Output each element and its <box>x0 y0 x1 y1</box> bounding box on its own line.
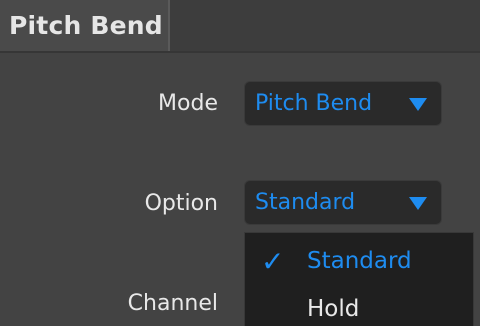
menu-item-label: Hold <box>307 296 360 322</box>
dropdown-arrow-icon <box>409 197 427 210</box>
tab-strip <box>170 0 480 51</box>
panel-divider <box>0 51 480 53</box>
tab-title: Pitch Bend <box>9 11 163 40</box>
menu-item-label: Standard <box>307 248 412 274</box>
option-label: Option <box>144 191 218 216</box>
tab-pitch-bend[interactable]: Pitch Bend <box>0 0 170 53</box>
menu-item-standard[interactable]: ✓ Standard <box>245 237 473 283</box>
mode-label: Mode <box>158 91 218 116</box>
channel-label: Channel <box>127 291 218 316</box>
mode-value: Pitch Bend <box>255 91 373 116</box>
dropdown-arrow-icon <box>409 98 427 111</box>
checkmark-icon: ✓ <box>261 245 285 278</box>
mode-dropdown[interactable]: Pitch Bend <box>244 81 442 126</box>
pitch-bend-panel: Pitch Bend Mode Pitch Bend Option Standa… <box>0 0 480 326</box>
menu-item-hold[interactable]: Hold <box>245 285 473 326</box>
option-value: Standard <box>255 190 356 215</box>
option-dropdown-menu: ✓ Standard Hold <box>244 232 474 326</box>
option-dropdown[interactable]: Standard <box>244 180 442 225</box>
